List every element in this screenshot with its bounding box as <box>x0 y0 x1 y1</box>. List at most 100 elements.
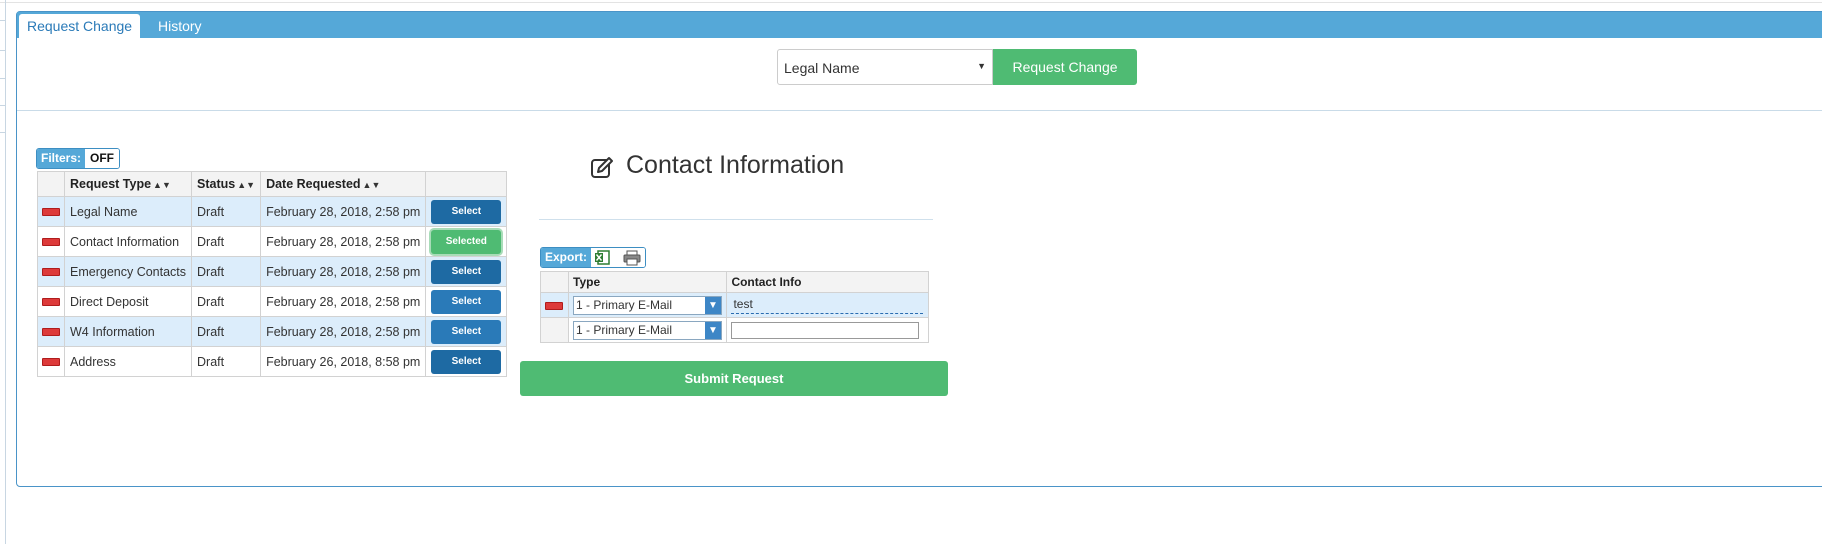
filters-label: Filters: <box>37 149 86 168</box>
contact-info-cell <box>726 317 929 343</box>
contact-info-cell: test <box>726 292 929 318</box>
export-toolbar: Export: <box>540 247 646 268</box>
column-header-status[interactable]: Status ▲▼ <box>191 171 262 197</box>
contact-type-select[interactable]: 1 - Primary E-Mail ▼ <box>573 320 722 340</box>
section-divider <box>539 219 933 220</box>
submit-request-button[interactable]: Submit Request <box>520 361 948 396</box>
requests-table: Request Type ▲▼ Status ▲▼ Date Requested ▲▼… <box>37 171 508 377</box>
date-cell: February 28, 2018, 2:58 pm <box>260 226 427 257</box>
chevron-down-icon: ▼ <box>705 296 721 314</box>
table-row: Legal Name Draft February 28, 2018, 2:58… <box>37 196 508 227</box>
left-tick <box>0 105 5 106</box>
contact-type-value: 1 - Primary E-Mail <box>576 322 673 337</box>
change-type-value: Legal Name <box>784 60 860 76</box>
status-cell: Draft <box>191 196 262 227</box>
column-header-request-type[interactable]: Request Type ▲▼ <box>63 171 193 197</box>
table-row: Contact Information Draft February 28, 2… <box>37 226 508 257</box>
contact-type-value: 1 - Primary E-Mail <box>576 297 673 312</box>
remove-icon[interactable] <box>42 238 60 247</box>
request-type-cell: Emergency Contacts <box>63 256 193 287</box>
edit-icon <box>591 157 613 178</box>
contact-info-input[interactable]: test <box>731 296 924 314</box>
sort-icon: ▲▼ <box>153 180 171 190</box>
action-column-header <box>425 171 508 197</box>
action-cell: Select <box>425 346 508 377</box>
date-cell: February 26, 2018, 8:58 pm <box>260 346 427 377</box>
excel-icon[interactable] <box>591 248 618 267</box>
status-cell: Draft <box>191 226 262 257</box>
column-header-date-requested[interactable]: Date Requested ▲▼ <box>260 171 427 197</box>
request-type-cell: Direct Deposit <box>63 286 193 317</box>
remove-icon[interactable] <box>42 298 60 307</box>
action-cell: Selected <box>425 226 508 257</box>
sort-icon: ▲▼ <box>237 180 256 190</box>
tab-request-change[interactable]: Request Change <box>19 14 141 38</box>
select-button[interactable]: Select <box>431 199 502 224</box>
type-cell: 1 - Primary E-Mail ▼ <box>567 292 728 318</box>
table-header-row: Type Contact Info <box>540 271 929 293</box>
selected-button[interactable]: Selected <box>431 229 502 254</box>
status-cell: Draft <box>191 346 262 377</box>
contact-info-table: Type Contact Info 1 - Primary E-Mail ▼ t… <box>540 271 929 343</box>
header-label: Request Type <box>70 177 152 191</box>
header-label: Date Requested <box>266 177 361 191</box>
remove-cell <box>37 226 65 257</box>
column-header-contact-info: Contact Info <box>726 271 929 293</box>
remove-cell <box>540 317 569 343</box>
filters-value: OFF <box>85 149 120 168</box>
left-tick <box>0 20 5 21</box>
remove-cell <box>37 346 65 377</box>
divider <box>17 110 1822 111</box>
date-cell: February 28, 2018, 2:58 pm <box>260 196 427 227</box>
remove-icon[interactable] <box>42 328 60 337</box>
left-tick <box>0 78 5 79</box>
remove-icon[interactable] <box>42 268 60 277</box>
tab-history[interactable]: History <box>150 14 210 38</box>
contact-info-input[interactable] <box>731 321 920 339</box>
remove-cell <box>37 286 65 317</box>
remove-icon[interactable] <box>42 208 60 217</box>
filters-toggle[interactable]: Filters: OFF <box>36 148 121 169</box>
type-cell: 1 - Primary E-Mail ▼ <box>567 317 728 343</box>
column-header-type: Type <box>567 271 728 293</box>
print-icon[interactable] <box>618 248 645 267</box>
chevron-down-icon: ▼ <box>705 321 721 339</box>
table-row: Direct Deposit Draft February 28, 2018, … <box>37 286 508 317</box>
action-cell: Select <box>425 286 508 317</box>
table-row: W4 Information Draft February 28, 2018, … <box>37 316 508 347</box>
header-label: Status <box>197 177 236 191</box>
action-cell: Select <box>425 196 508 227</box>
remove-icon[interactable] <box>545 301 563 310</box>
action-cell: Select <box>425 316 508 347</box>
date-cell: February 28, 2018, 2:58 pm <box>260 316 427 347</box>
left-tick <box>0 50 5 51</box>
status-cell: Draft <box>191 286 262 317</box>
request-change-button[interactable]: Request Change <box>993 49 1137 85</box>
select-button[interactable]: Select <box>431 259 502 284</box>
chevron-down-icon: ▼ <box>977 61 986 71</box>
contact-type-select[interactable]: 1 - Primary E-Mail ▼ <box>573 295 722 315</box>
main-panel: Request Change History Legal Name ▼ Requ… <box>16 11 1822 487</box>
sort-icon: ▲▼ <box>362 180 381 190</box>
left-border-line <box>5 0 6 544</box>
status-cell: Draft <box>191 256 262 287</box>
request-type-cell: W4 Information <box>63 316 193 347</box>
request-type-cell: Contact Information <box>63 226 193 257</box>
remove-column-header <box>37 171 65 197</box>
change-type-select[interactable]: Legal Name ▼ <box>777 49 993 85</box>
select-button[interactable]: Select <box>431 319 502 344</box>
select-button[interactable]: Select <box>431 349 502 374</box>
action-cell: Select <box>425 256 508 287</box>
excel-icon-graphic <box>595 250 610 265</box>
status-cell: Draft <box>191 316 262 347</box>
remove-cell <box>37 196 65 227</box>
remove-cell <box>540 292 569 318</box>
date-cell: February 28, 2018, 2:58 pm <box>260 286 427 317</box>
select-button[interactable]: Select <box>431 289 502 314</box>
remove-icon[interactable] <box>42 358 60 367</box>
top-border-line <box>0 2 1822 3</box>
print-icon-graphic <box>623 250 641 266</box>
export-label: Export: <box>541 248 591 267</box>
table-row: 1 - Primary E-Mail ▼ <box>540 317 929 343</box>
section-title: Contact Information <box>626 151 845 179</box>
